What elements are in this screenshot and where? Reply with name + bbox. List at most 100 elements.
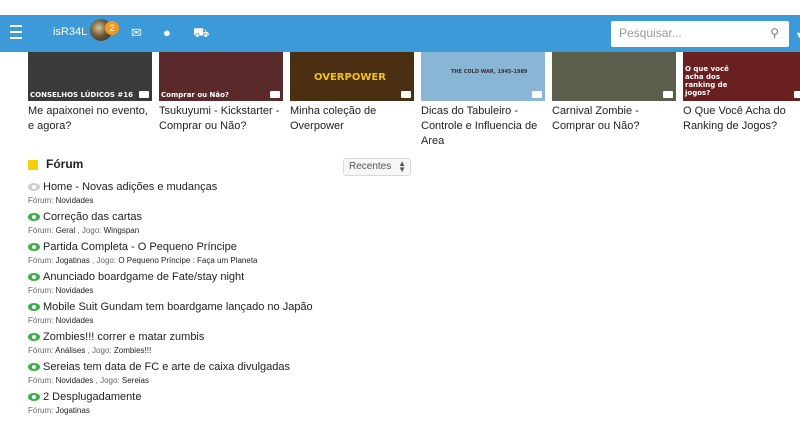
- video-thumbnail[interactable]: CONSELHOS LÚDICOS #16: [28, 52, 152, 101]
- video-camera-icon: [532, 91, 542, 98]
- list-item: Anunciado boardgame de Fate/stay night F…: [28, 271, 428, 301]
- list-item: Partida Completa - O Pequeno Príncipe Fó…: [28, 241, 428, 271]
- jogo-label: Jogo:: [100, 376, 120, 385]
- sort-selected-value: Recentes: [349, 161, 392, 172]
- topic-title-link[interactable]: 2 Desplugadamente: [43, 391, 141, 403]
- video-title[interactable]: Me apaixonei no evento, e agora?: [28, 104, 152, 134]
- forum-link[interactable]: Geral: [56, 226, 76, 235]
- forum-label: Fórum:: [28, 346, 54, 355]
- video-camera-icon: [663, 91, 673, 98]
- eye-icon: [28, 333, 40, 341]
- eye-icon: [28, 243, 40, 251]
- eye-icon: [28, 393, 40, 401]
- jogo-label: Jogo:: [96, 256, 117, 265]
- forum-topic-list: Home - Novas adições e mudanças Fórum: N…: [28, 181, 428, 421]
- forum-label: Fórum:: [28, 286, 54, 295]
- video-card[interactable]: Carnival Zombie - Comprar ou Não?: [552, 52, 676, 134]
- forum-link[interactable]: Novidades: [56, 196, 94, 205]
- video-thumbnail[interactable]: OVERPOWER: [290, 52, 414, 101]
- game-link[interactable]: Sereias: [122, 376, 149, 385]
- chevron-down-icon[interactable]: ▼: [795, 30, 800, 40]
- topic-title-link[interactable]: Correção das cartas: [43, 211, 142, 223]
- game-link[interactable]: Zombies!!!: [114, 346, 151, 355]
- section-marker-icon: [28, 160, 38, 170]
- forum-link[interactable]: Análises: [55, 346, 85, 355]
- topic-meta: Fórum: Geral , Jogo: Wingspan: [28, 226, 140, 235]
- list-item: 2 Desplugadamente Fórum: Jogatinas: [28, 391, 428, 421]
- video-card[interactable]: OVERPOWER Minha coleção de Overpower: [290, 52, 414, 134]
- video-card[interactable]: THE COLD WAR, 1945-1989 Dicas do Tabulei…: [421, 52, 545, 149]
- jogo-label: Jogo:: [81, 226, 102, 235]
- thumbnail-caption: OVERPOWER: [314, 72, 386, 83]
- thumbnail-caption: Comprar ou Não?: [161, 91, 229, 99]
- topic-title-link[interactable]: Sereias tem data de FC e arte de caixa d…: [43, 361, 290, 373]
- topic-meta: Fórum: Novidades: [28, 286, 93, 295]
- topic-meta: Fórum: Jogatinas: [28, 406, 90, 415]
- video-card[interactable]: CONSELHOS LÚDICOS #16 Me apaixonei no ev…: [28, 52, 152, 134]
- forum-label: Fórum:: [28, 196, 54, 205]
- forum-link[interactable]: Novidades: [56, 286, 94, 295]
- list-item: Home - Novas adições e mudanças Fórum: N…: [28, 181, 428, 211]
- video-camera-icon: [794, 91, 800, 98]
- topic-title-link[interactable]: Partida Completa - O Pequeno Príncipe: [43, 241, 237, 253]
- video-title[interactable]: Tsukuyumi - Kickstarter - Comprar ou Não…: [159, 104, 283, 134]
- eye-icon: [28, 303, 40, 311]
- list-item: Correção das cartas Fórum: Geral , Jogo:…: [28, 211, 428, 241]
- video-card[interactable]: Comprar ou Não? Tsukuyumi - Kickstarter …: [159, 52, 283, 134]
- select-arrows-icon: ▲ ▼: [398, 159, 406, 174]
- video-strip: CONSELHOS LÚDICOS #16 Me apaixonei no ev…: [28, 52, 800, 152]
- game-link[interactable]: Wingspan: [104, 226, 140, 235]
- video-card[interactable]: O que você acha dos ranking de jogos? O …: [683, 52, 800, 134]
- video-thumbnail[interactable]: O que você acha dos ranking de jogos?: [683, 52, 800, 101]
- list-item: Mobile Suit Gundam tem boardgame lançado…: [28, 301, 428, 331]
- video-thumbnail[interactable]: [552, 52, 676, 101]
- topic-title-link[interactable]: Anunciado boardgame de Fate/stay night: [43, 271, 244, 283]
- topic-title-link[interactable]: Zombies!!! correr e matar zumbis: [43, 331, 204, 343]
- globe-icon[interactable]: ●: [163, 26, 171, 40]
- video-camera-icon: [401, 91, 411, 98]
- eye-icon: [28, 183, 40, 191]
- video-title[interactable]: Dicas do Tabuleiro - Controle e Influenc…: [421, 104, 545, 149]
- video-camera-icon: [139, 91, 149, 98]
- forum-link[interactable]: Novidades: [56, 316, 94, 325]
- sort-select[interactable]: Recentes ▲ ▼: [343, 158, 411, 176]
- envelope-icon[interactable]: ✉: [131, 26, 142, 40]
- thumbnail-caption: CONSELHOS LÚDICOS #16: [30, 91, 134, 99]
- topic-meta: Fórum: Jogatinas , Jogo: O Pequeno Prínc…: [28, 256, 258, 265]
- video-thumbnail[interactable]: Comprar ou Não?: [159, 52, 283, 101]
- forum-label: Fórum:: [28, 316, 54, 325]
- forum-title: Fórum: [46, 157, 84, 171]
- eye-icon: [28, 363, 40, 371]
- search-box: ⚲: [611, 21, 789, 47]
- search-input[interactable]: [619, 26, 769, 40]
- game-link[interactable]: O Pequeno Príncipe : Faça um Planeta: [118, 256, 257, 265]
- forum-link[interactable]: Jogatinas: [56, 406, 90, 415]
- forum-label: Fórum:: [28, 406, 54, 415]
- cart-icon[interactable]: ⛟: [193, 26, 209, 40]
- hamburger-menu-icon[interactable]: [10, 25, 28, 41]
- video-thumbnail[interactable]: THE COLD WAR, 1945-1989: [421, 52, 545, 101]
- topic-title-link[interactable]: Mobile Suit Gundam tem boardgame lançado…: [43, 301, 313, 313]
- forum-link[interactable]: Novidades: [56, 376, 94, 385]
- video-camera-icon: [270, 91, 280, 98]
- search-icon[interactable]: ⚲: [770, 26, 779, 40]
- top-navbar: isR34L 2 ✉ ● ⛟ ⚲ ▼: [0, 15, 800, 52]
- thumbnail-caption: O que você acha dos ranking de jogos?: [685, 65, 729, 97]
- topic-title-link[interactable]: Home - Novas adições e mudanças: [43, 181, 217, 193]
- jogo-label: Jogo:: [92, 346, 112, 355]
- list-item: Sereias tem data de FC e arte de caixa d…: [28, 361, 428, 391]
- forum-link[interactable]: Jogatinas: [56, 256, 90, 265]
- video-title[interactable]: O Que Você Acha do Ranking de Jogos?: [683, 104, 800, 134]
- notification-badge[interactable]: 2: [105, 21, 119, 35]
- eye-icon: [28, 213, 40, 221]
- list-item: Zombies!!! correr e matar zumbis Fórum: …: [28, 331, 428, 361]
- topic-meta: Fórum: Análises , Jogo: Zombies!!!: [28, 346, 152, 355]
- topic-meta: Fórum: Novidades , Jogo: Sereias: [28, 376, 149, 385]
- video-title[interactable]: Carnival Zombie - Comprar ou Não?: [552, 104, 676, 134]
- topic-meta: Fórum: Novidades: [28, 196, 93, 205]
- video-title[interactable]: Minha coleção de Overpower: [290, 104, 414, 134]
- forum-label: Fórum:: [28, 226, 54, 235]
- forum-label: Fórum:: [28, 376, 54, 385]
- username-link[interactable]: isR34L: [53, 26, 87, 38]
- thumbnail-caption: THE COLD WAR, 1945-1989: [451, 69, 528, 75]
